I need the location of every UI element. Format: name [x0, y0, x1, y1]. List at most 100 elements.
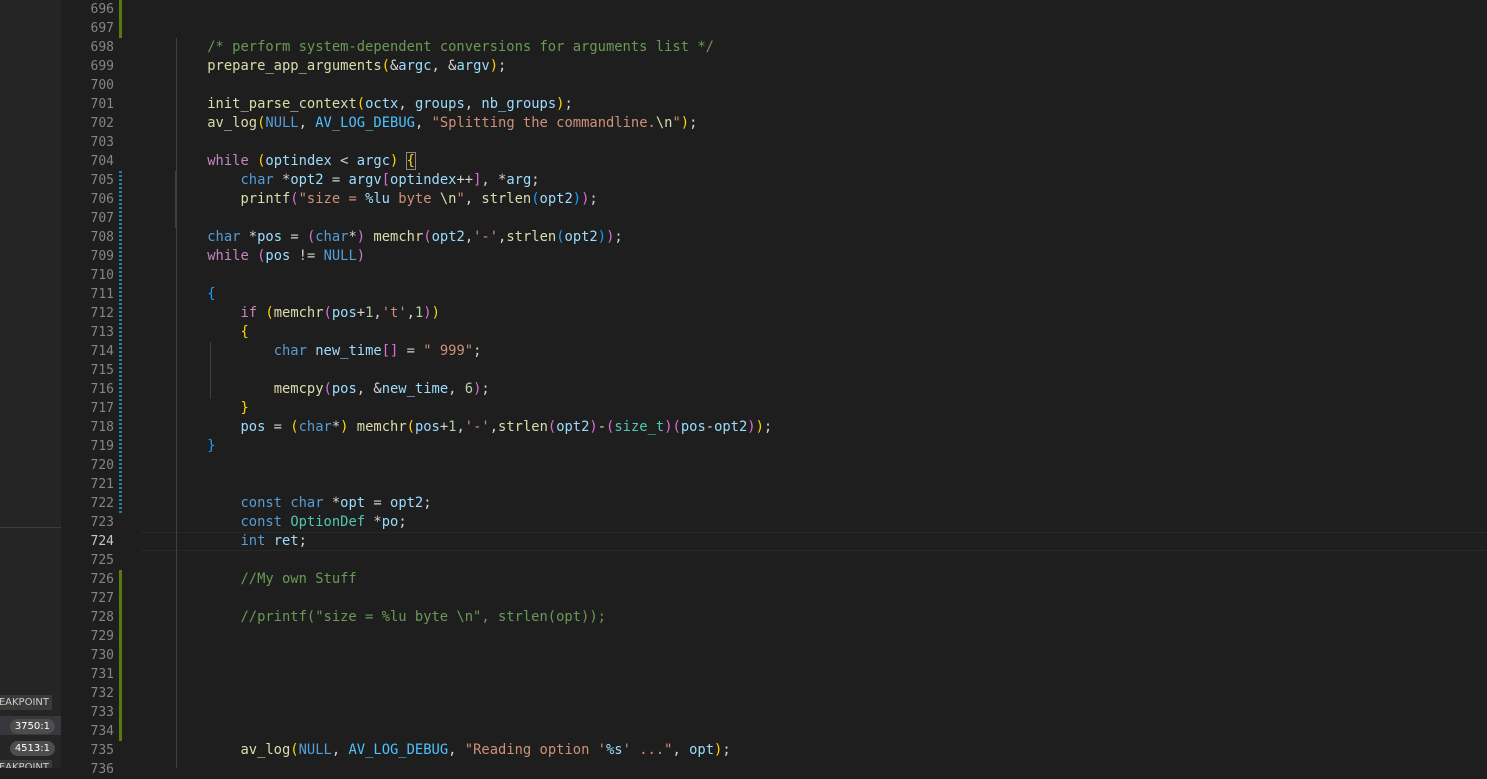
line-number[interactable]: 726: [54, 570, 114, 589]
line-number[interactable]: 702: [54, 114, 114, 133]
operator-token: ,: [406, 305, 415, 321]
string-token: byte: [389, 191, 440, 207]
code-line[interactable]: av_log(NULL, AV_LOG_DEBUG, "Splitting th…: [174, 114, 697, 133]
line-number[interactable]: 732: [54, 684, 114, 703]
line-number[interactable]: 697: [54, 19, 114, 38]
line-number[interactable]: 709: [54, 247, 114, 266]
line-number[interactable]: 720: [54, 456, 114, 475]
line-number[interactable]: 707: [54, 209, 114, 228]
code-line[interactable]: const OptionDef *po;: [174, 513, 407, 532]
breakpoint-line-badge[interactable]: 4513:1: [9, 741, 55, 756]
line-number[interactable]: 699: [54, 57, 114, 76]
bracket-token: ): [356, 248, 366, 264]
line-number[interactable]: 710: [54, 266, 114, 285]
bracket-token: ): [589, 419, 598, 435]
line-number[interactable]: 717: [54, 399, 114, 418]
line-number[interactable]: 704: [54, 152, 114, 171]
code-line[interactable]: const char *opt = opt2;: [174, 494, 431, 513]
line-number[interactable]: 736: [54, 760, 114, 779]
breakpoints-section-header[interactable]: EAKPOINT: [0, 760, 52, 768]
line-number[interactable]: 701: [54, 95, 114, 114]
git-modified-marker[interactable]: [119, 171, 122, 513]
line-number[interactable]: 724: [54, 532, 114, 551]
string-token: '-': [464, 419, 490, 435]
git-added-marker[interactable]: [119, 570, 122, 741]
line-number[interactable]: 706: [54, 190, 114, 209]
code-line[interactable]: pos = (char*) memchr(pos+1,'-',strlen(op…: [174, 418, 772, 437]
line-number[interactable]: 722: [54, 494, 114, 513]
operator-token: ,: [298, 115, 316, 131]
code-line[interactable]: {: [174, 285, 215, 304]
bracket-token: (: [290, 742, 299, 758]
line-number[interactable]: 721: [54, 475, 114, 494]
line-number[interactable]: 718: [54, 418, 114, 437]
breakpoints-section-header[interactable]: EAKPOINT: [0, 695, 52, 710]
line-number[interactable]: 730: [54, 646, 114, 665]
code-line[interactable]: memcpy(pos, &new_time, 6);: [174, 380, 490, 399]
function-token: memchr: [273, 305, 324, 321]
code-line[interactable]: char *opt2 = argv[optindex++], *arg;: [174, 171, 539, 190]
line-number[interactable]: 714: [54, 342, 114, 361]
variable-token: nb_groups: [481, 96, 557, 112]
code-line[interactable]: {: [174, 323, 248, 342]
code-line[interactable]: }: [174, 437, 215, 456]
line-number[interactable]: 708: [54, 228, 114, 247]
bracket-token: ): [423, 305, 432, 321]
string-token: "Reading option ': [464, 742, 606, 758]
bracket-token: []: [381, 343, 399, 359]
bracket-token: ): [747, 419, 756, 435]
breakpoint-line-badge[interactable]: 3750:1: [9, 719, 55, 734]
line-number[interactable]: 727: [54, 589, 114, 608]
code-line[interactable]: while (pos != NULL): [174, 247, 365, 266]
bracket-token: }: [240, 400, 249, 416]
code-line[interactable]: //printf("size = %lu byte \n", strlen(op…: [174, 608, 605, 627]
code-line[interactable]: prepare_app_arguments(&argc, &argv);: [174, 57, 506, 76]
code-line[interactable]: printf("size = %lu byte \n", strlen(opt2…: [174, 190, 597, 209]
operator-token: [249, 153, 257, 169]
line-number[interactable]: 705: [54, 171, 114, 190]
operator-token: ;: [398, 514, 407, 530]
code-line[interactable]: av_log(NULL, AV_LOG_DEBUG, "Reading opti…: [174, 741, 730, 760]
line-number[interactable]: 712: [54, 304, 114, 323]
line-number[interactable]: 719: [54, 437, 114, 456]
line-number[interactable]: 711: [54, 285, 114, 304]
line-number-gutter[interactable]: 696 697 698 699 700 701 702 703 704 705 706 707 708 7…: [61, 0, 141, 777]
code-line[interactable]: if (memchr(pos+1,'t',1)): [174, 304, 439, 323]
line-number[interactable]: 725: [54, 551, 114, 570]
line-number[interactable]: 735: [54, 741, 114, 760]
code-line[interactable]: int ret;: [174, 532, 306, 551]
line-number[interactable]: 731: [54, 665, 114, 684]
operator-token: =: [323, 172, 349, 188]
operator-token: [398, 153, 406, 169]
code-line[interactable]: }: [174, 399, 249, 418]
code-line[interactable]: init_parse_context(octx, groups, nb_grou…: [174, 95, 573, 114]
git-added-marker[interactable]: [119, 0, 122, 38]
line-number[interactable]: 729: [54, 627, 114, 646]
code-line[interactable]: char new_time[] = " 999";: [174, 342, 482, 361]
line-number[interactable]: 703: [54, 133, 114, 152]
function-token: strlen: [481, 191, 532, 207]
function-token: memchr: [373, 229, 424, 245]
code-line[interactable]: while (optindex < argc) {: [174, 152, 416, 171]
code-line[interactable]: char *pos = (char*) memchr(opt2,'-',strl…: [174, 228, 622, 247]
line-number[interactable]: 728: [54, 608, 114, 627]
line-number[interactable]: 696: [54, 0, 114, 19]
line-number[interactable]: 716: [54, 380, 114, 399]
code-line[interactable]: /* perform system-dependent conversions …: [174, 38, 714, 57]
code-line[interactable]: //My own Stuff: [174, 570, 356, 589]
variable-token: opt: [689, 742, 715, 758]
line-number[interactable]: 698: [54, 38, 114, 57]
line-number[interactable]: 713: [54, 323, 114, 342]
line-number[interactable]: 734: [54, 722, 114, 741]
code-editor[interactable]: /* perform system-dependent conversions …: [141, 0, 1487, 768]
line-number[interactable]: 723: [54, 513, 114, 532]
function-token: \n: [439, 191, 457, 207]
line-number[interactable]: 715: [54, 361, 114, 380]
line-number[interactable]: 700: [54, 76, 114, 95]
line-number[interactable]: 733: [54, 703, 114, 722]
